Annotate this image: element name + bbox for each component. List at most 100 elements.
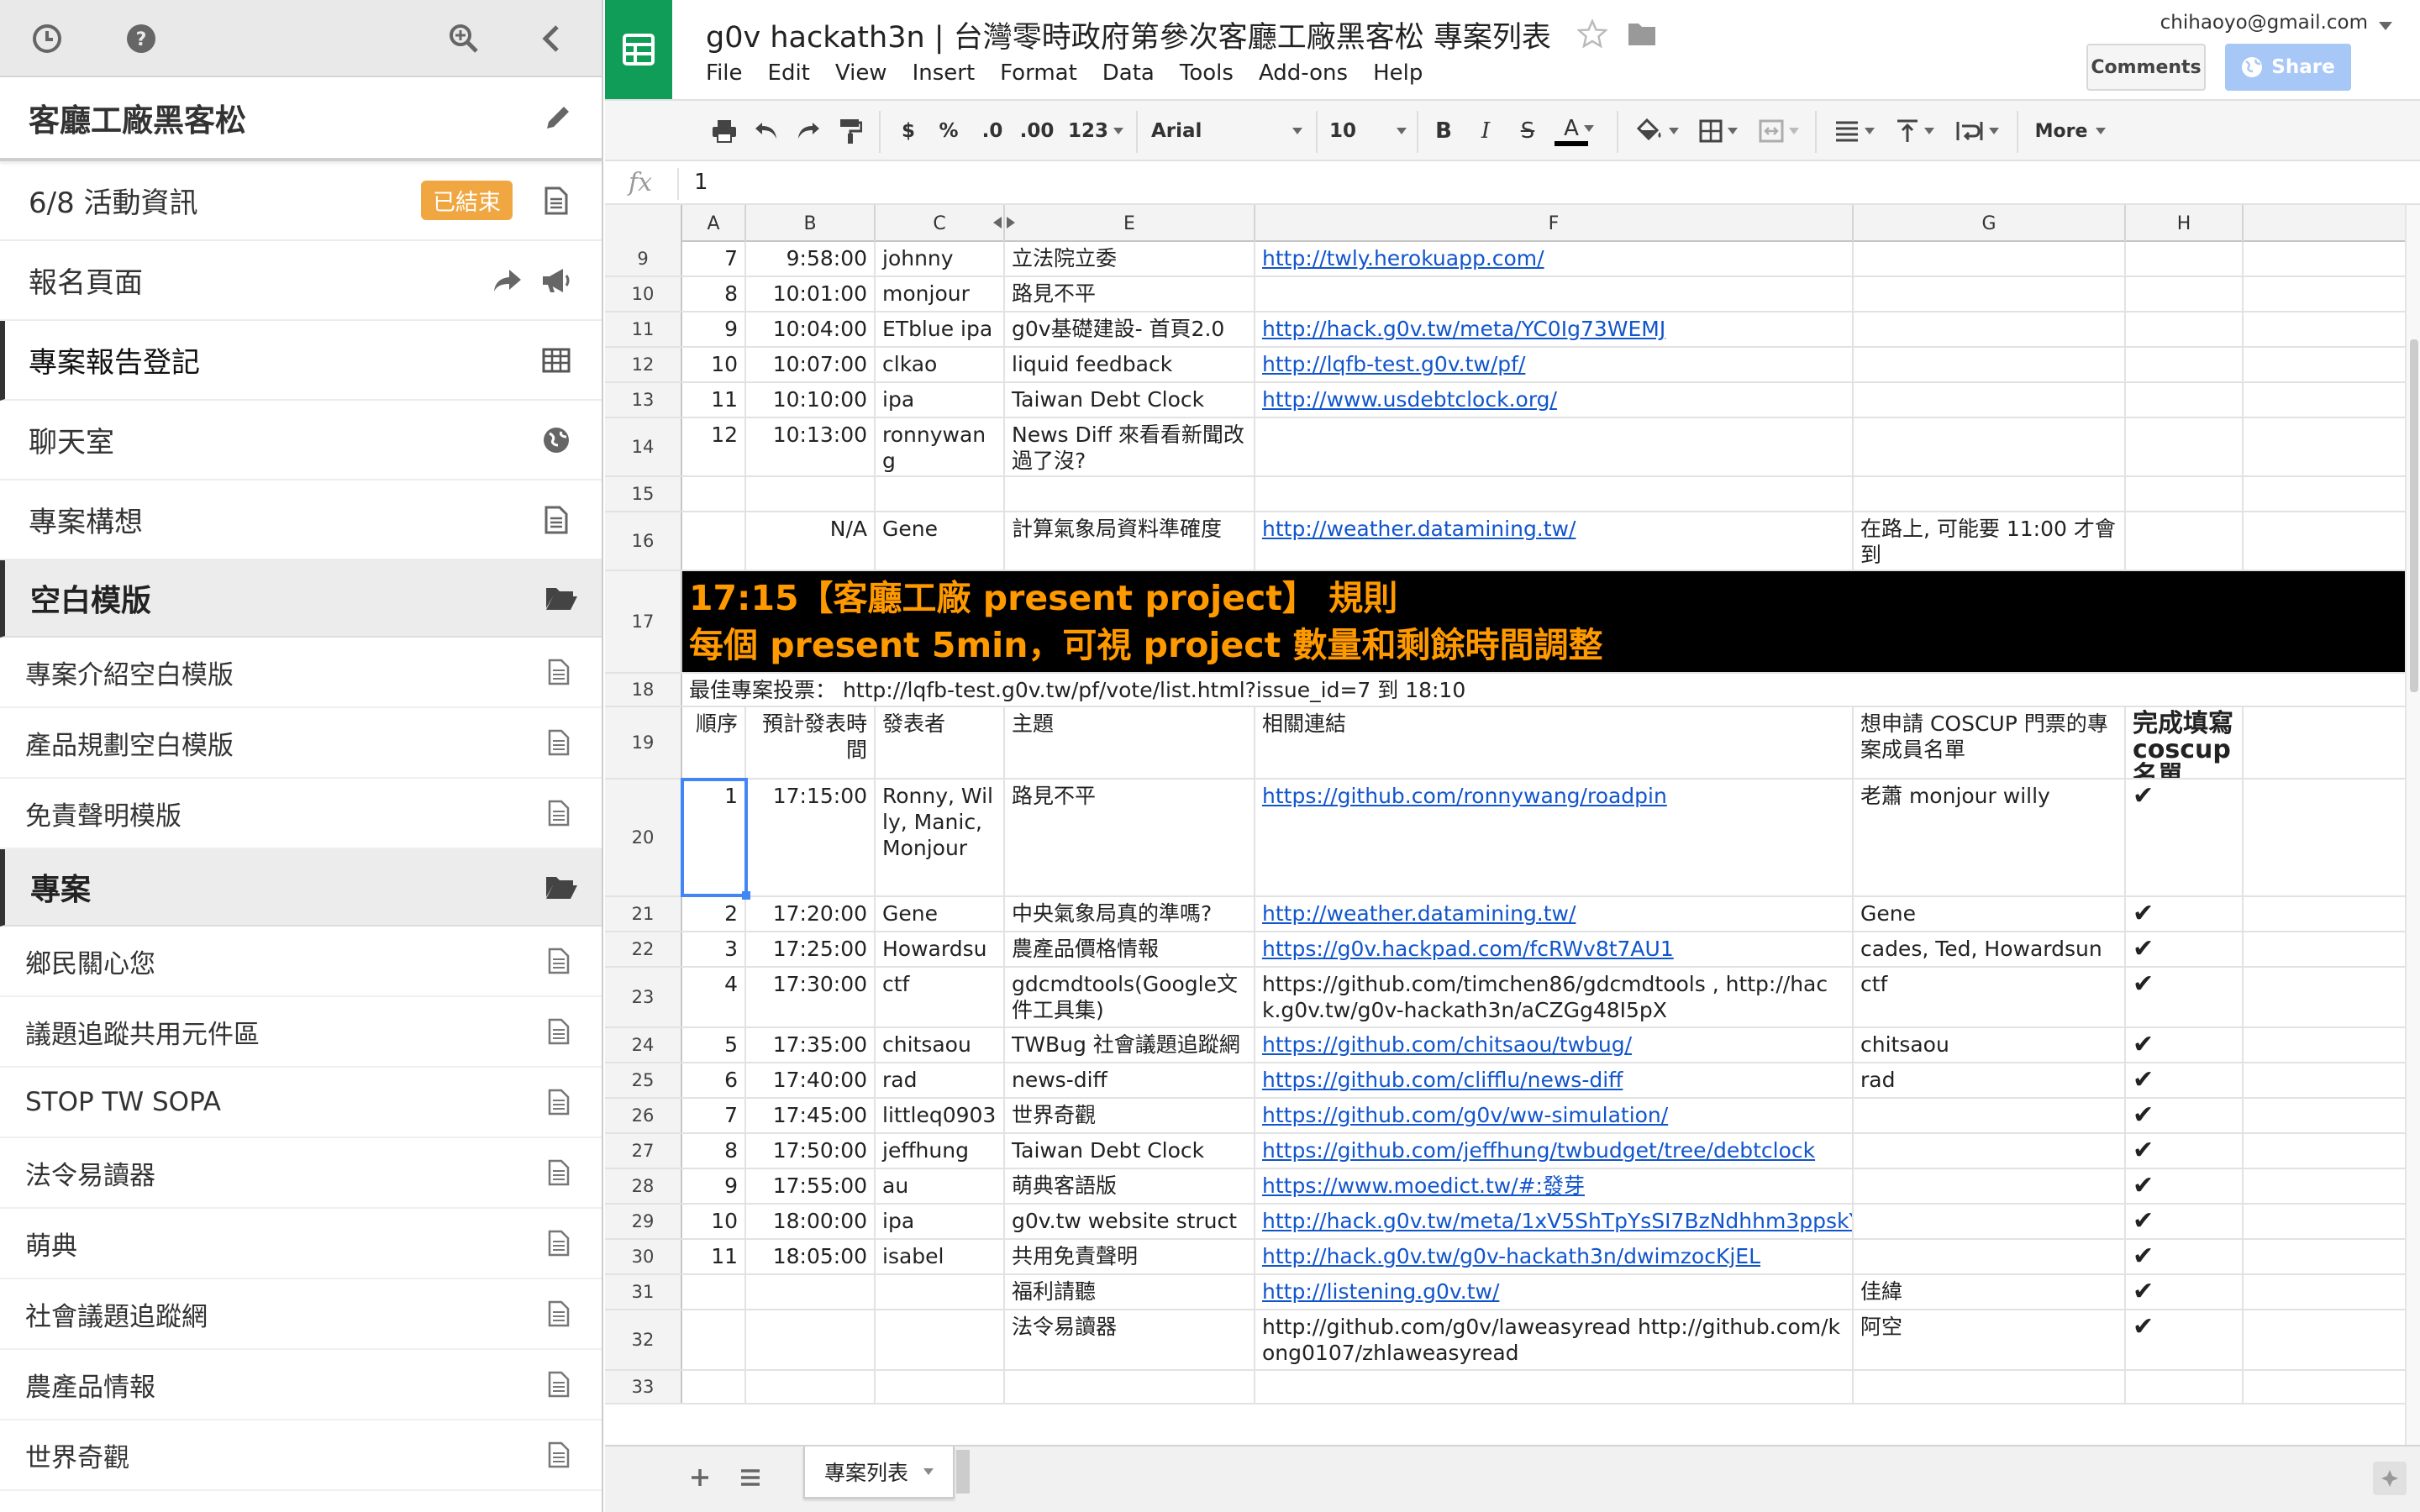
sheet-bar-scroll-handle[interactable]: [956, 1450, 970, 1494]
column-header-g[interactable]: G: [1854, 205, 2126, 242]
cell-c[interactable]: Gene: [876, 512, 1005, 570]
comments-button[interactable]: Comments: [2086, 44, 2206, 91]
cell-f[interactable]: https://github.com/g0v/ww-simulation/: [1255, 1099, 1854, 1132]
cell-c[interactable]: ETblue ipa: [876, 312, 1005, 346]
cell-c[interactable]: jeffhung: [876, 1134, 1005, 1168]
italic-button[interactable]: I: [1470, 114, 1501, 148]
cell-f[interactable]: https://g0v.hackpad.com/fcRWv8t7AU1: [1255, 932, 1854, 966]
cell-g[interactable]: [1854, 277, 2126, 311]
cell-b[interactable]: 9:58:00: [746, 242, 876, 276]
borders-button[interactable]: [1692, 114, 1744, 148]
menu-item[interactable]: Data: [1102, 60, 1155, 86]
folder-icon[interactable]: [1626, 18, 1658, 50]
row-number[interactable]: 24: [605, 1028, 682, 1062]
cell-a[interactable]: 2: [682, 897, 746, 931]
sidebar-subitem[interactable]: 萌典: [0, 1209, 602, 1279]
cell-b[interactable]: 17:50:00: [746, 1134, 876, 1168]
row-number[interactable]: 18: [605, 674, 682, 706]
document-title[interactable]: g0v hackath3n | 台灣零時政府第參次客廳工廠黑客松 專案列表: [706, 13, 1551, 56]
cell-g[interactable]: [1854, 348, 2126, 381]
add-sheet-icon[interactable]: [687, 1465, 713, 1490]
cell-c[interactable]: ipa: [876, 1205, 1005, 1238]
cell-h[interactable]: ✔: [2126, 1169, 2244, 1203]
cell-h[interactable]: ✔: [2126, 1134, 2244, 1168]
cell-b[interactable]: 10:04:00: [746, 312, 876, 346]
cell-g[interactable]: [1854, 383, 2126, 417]
cell-e[interactable]: [1005, 1371, 1255, 1403]
cell-e[interactable]: gdcmdtools(Google文件工具集): [1005, 968, 1255, 1026]
cell-b[interactable]: 10:07:00: [746, 348, 876, 381]
sidebar-item-event-info[interactable]: 6/8 活動資訊 已結束: [0, 161, 602, 241]
cell-g[interactable]: 想申請 COSCUP 門票的專案成員名單: [1854, 707, 2126, 778]
cell-b[interactable]: 18:00:00: [746, 1205, 876, 1238]
fill-color-button[interactable]: [1632, 114, 1684, 148]
column-header-f[interactable]: F: [1255, 205, 1854, 242]
cell-f[interactable]: http://listening.g0v.tw/: [1255, 1275, 1854, 1309]
megaphone-icon[interactable]: [539, 264, 573, 297]
cell-a[interactable]: [682, 1275, 746, 1309]
cell-e[interactable]: 中央氣象局真的準嗎?: [1005, 897, 1255, 931]
cell-e[interactable]: 萌典客語版: [1005, 1169, 1255, 1203]
cell-b[interactable]: 17:15:00: [746, 780, 876, 895]
cell-a[interactable]: 7: [682, 1099, 746, 1132]
selection-fill-handle[interactable]: [742, 891, 750, 900]
row-number[interactable]: 11: [605, 312, 682, 346]
cell-h[interactable]: [2126, 512, 2244, 570]
cell-h[interactable]: ✔: [2126, 1240, 2244, 1273]
column-header-h[interactable]: H: [2126, 205, 2244, 242]
user-email[interactable]: chihaoyo@gmail.com: [2160, 12, 2368, 34]
cell-e[interactable]: news-diff: [1005, 1063, 1255, 1097]
cell-a[interactable]: [682, 477, 746, 511]
sheets-logo-icon[interactable]: [605, 0, 672, 99]
menu-item[interactable]: Edit: [768, 60, 810, 86]
cell-h[interactable]: ✔: [2126, 1205, 2244, 1238]
cell-f[interactable]: [1255, 418, 1854, 475]
cell-h[interactable]: ✔: [2126, 780, 2244, 895]
cell-g[interactable]: [1854, 1134, 2126, 1168]
cell-g[interactable]: cades, Ted, Howardsun: [1854, 932, 2126, 966]
redo-icon[interactable]: [792, 114, 825, 148]
cell-e[interactable]: Taiwan Debt Clock: [1005, 383, 1255, 417]
cell-g[interactable]: 佳緯: [1854, 1275, 2126, 1309]
cell-h[interactable]: [2126, 1371, 2244, 1403]
cell-g[interactable]: [1854, 242, 2126, 276]
cell-h[interactable]: [2126, 383, 2244, 417]
share-arrow-icon[interactable]: [491, 264, 524, 297]
row-number[interactable]: 14: [605, 418, 682, 475]
cell-a[interactable]: 7: [682, 242, 746, 276]
cell-c[interactable]: Gene: [876, 897, 1005, 931]
menu-item[interactable]: Help: [1373, 60, 1423, 86]
column-header-c[interactable]: C: [876, 205, 1005, 242]
explore-icon[interactable]: [2373, 1462, 2407, 1495]
cell-e[interactable]: News Diff 來看看新聞改過了沒?: [1005, 418, 1255, 475]
select-all-corner[interactable]: [605, 205, 682, 242]
undo-icon[interactable]: [750, 114, 783, 148]
cell-g[interactable]: [1854, 1099, 2126, 1132]
row-number[interactable]: 25: [605, 1063, 682, 1097]
cell-h[interactable]: ✔: [2126, 1063, 2244, 1097]
cell-f[interactable]: [1255, 1371, 1854, 1403]
cell-c[interactable]: littleq0903: [876, 1099, 1005, 1132]
cell-c[interactable]: johnny: [876, 242, 1005, 276]
paint-format-icon[interactable]: [834, 114, 867, 148]
sidebar-subitem[interactable]: 專案介紹空白模版: [0, 638, 602, 708]
cell-g[interactable]: 老蕭 monjour willy: [1854, 780, 2126, 895]
font-family-dropdown[interactable]: Arial: [1151, 114, 1302, 148]
cell-f[interactable]: [1255, 277, 1854, 311]
row-number[interactable]: 31: [605, 1275, 682, 1309]
cell-f[interactable]: http://hack.g0v.tw/meta/YC0Ig73WEMJ: [1255, 312, 1854, 346]
cell-h[interactable]: ✔: [2126, 1310, 2244, 1369]
cell-h[interactable]: ✔: [2126, 1275, 2244, 1309]
number-format-dropdown[interactable]: 123: [1065, 114, 1126, 148]
cell-c[interactable]: ipa: [876, 383, 1005, 417]
cell-b[interactable]: 17:30:00: [746, 968, 876, 1026]
menu-item[interactable]: Tools: [1180, 60, 1234, 86]
cell-e[interactable]: 福利請聽: [1005, 1275, 1255, 1309]
row-number[interactable]: 19: [605, 707, 682, 778]
cell-c[interactable]: monjour: [876, 277, 1005, 311]
cell-c[interactable]: ronnywang: [876, 418, 1005, 475]
cell-f[interactable]: http://github.com/g0v/laweasyread http:/…: [1255, 1310, 1854, 1369]
cell-c[interactable]: clkao: [876, 348, 1005, 381]
menu-item[interactable]: Add-ons: [1259, 60, 1348, 86]
cell-e[interactable]: 農產品價格情報: [1005, 932, 1255, 966]
